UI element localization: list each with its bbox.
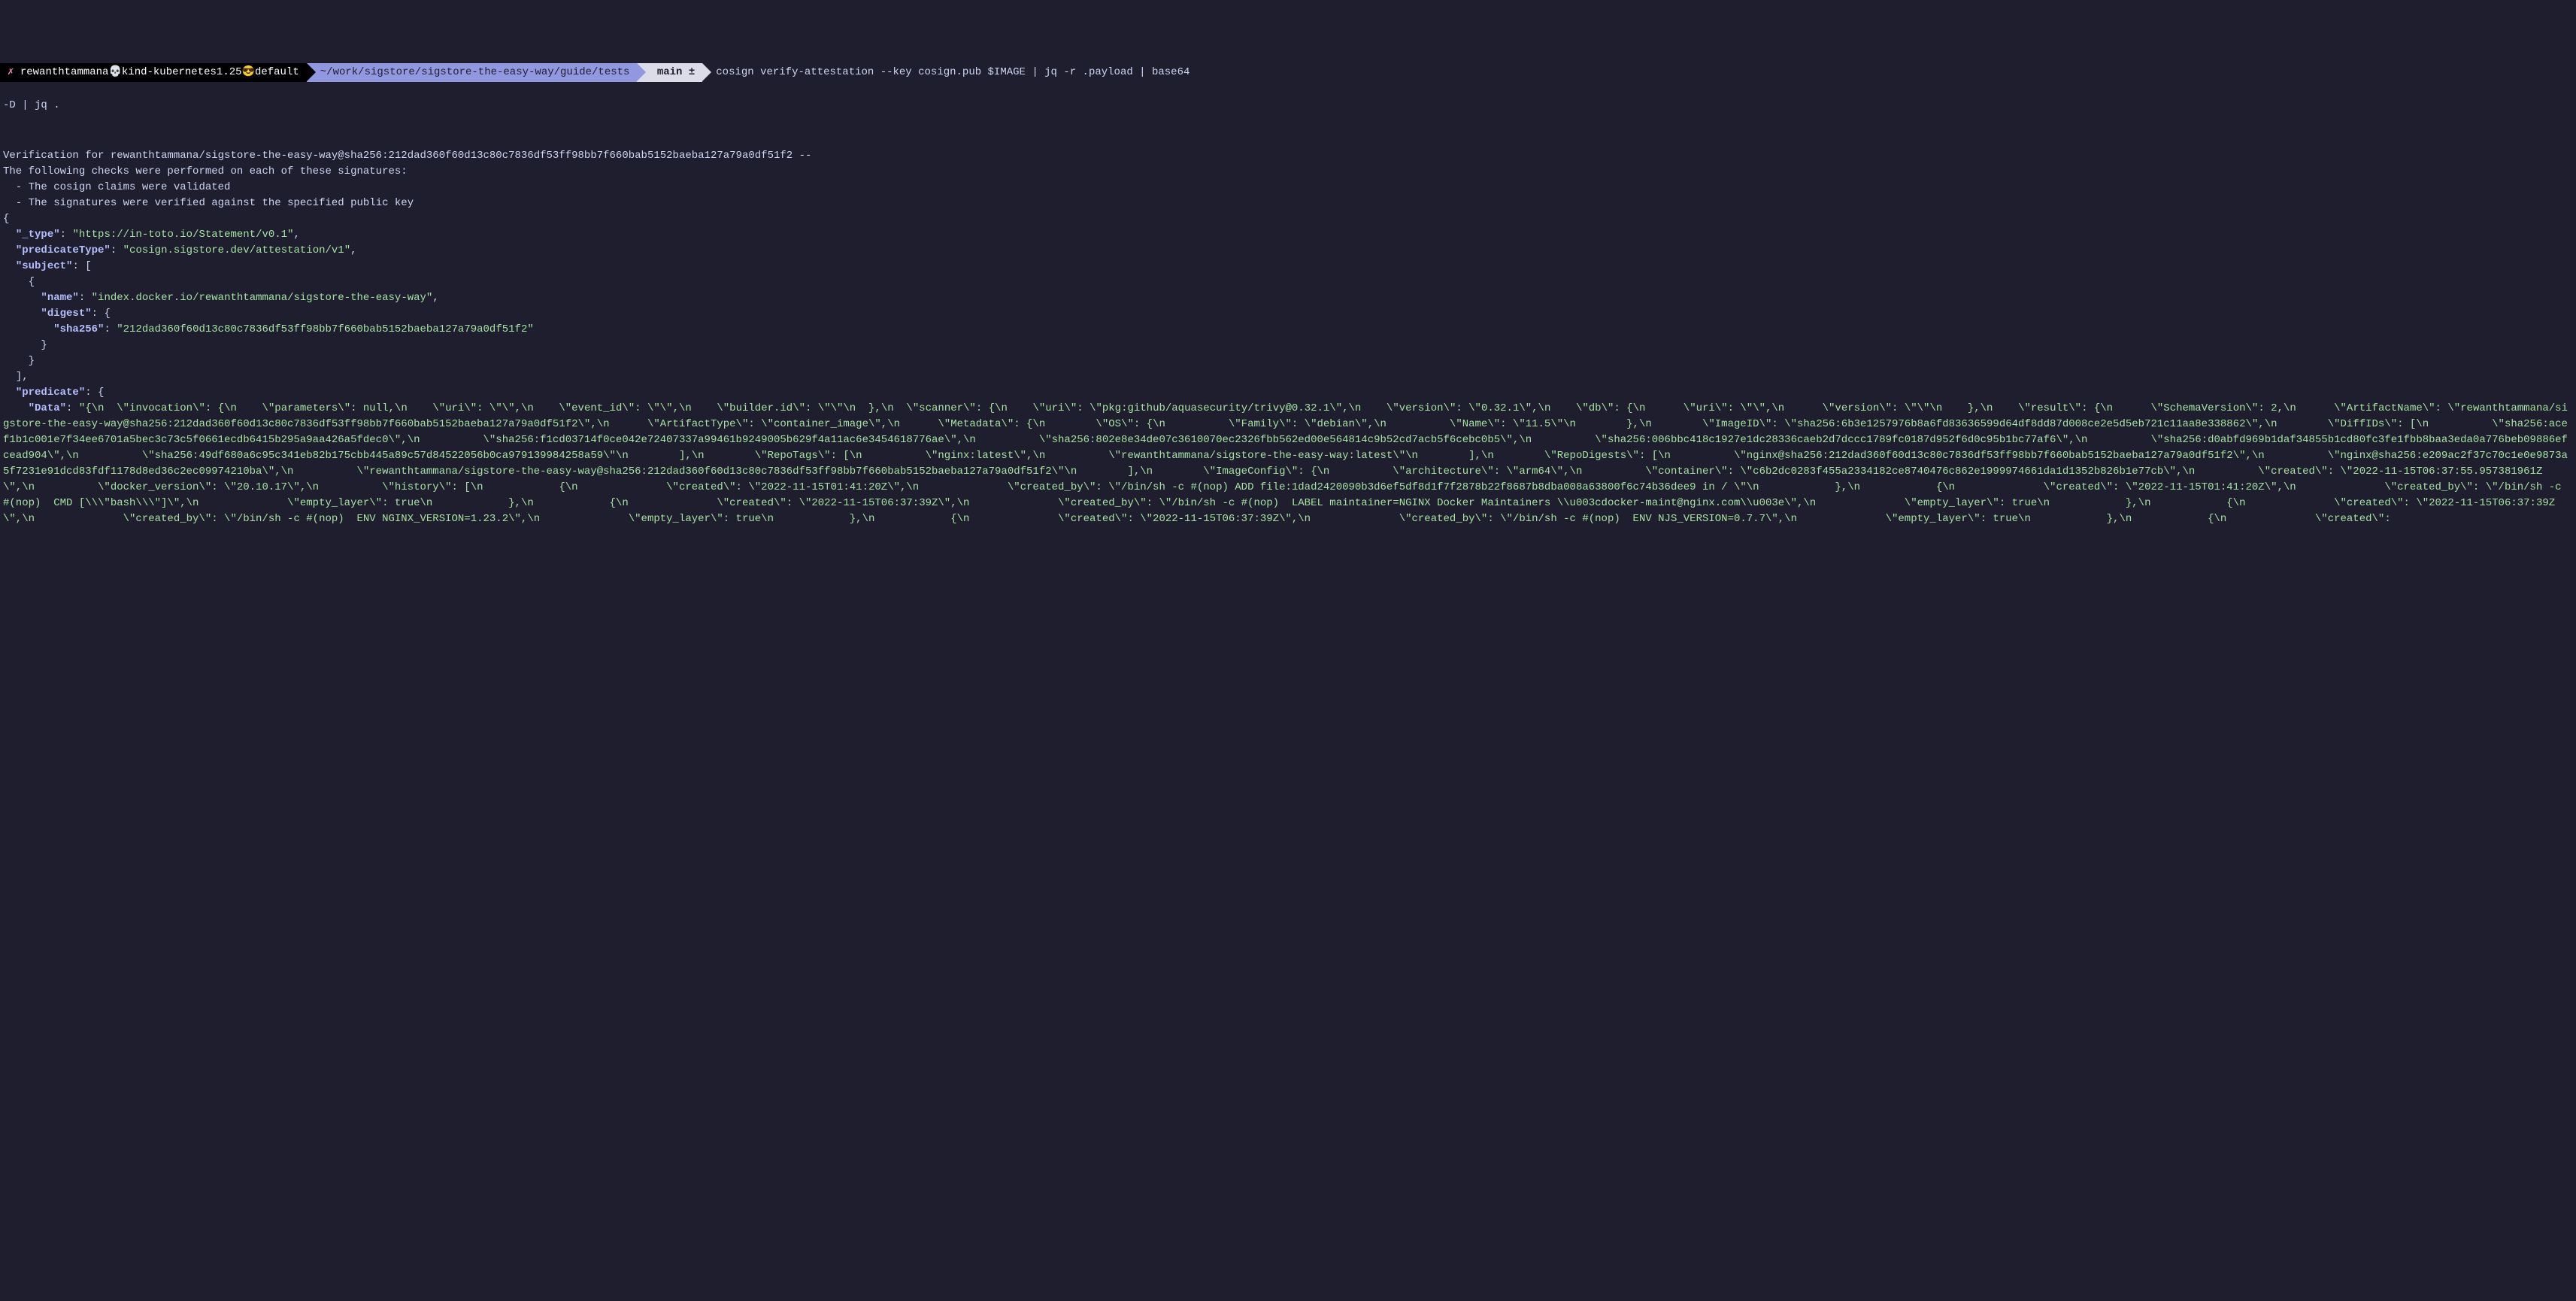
subject-obj-open: { (29, 276, 35, 288)
name-key: "name" (41, 292, 78, 304)
type-key: "_type" (16, 229, 60, 241)
command-input[interactable]: cosign verify-attestation --key cosign.p… (702, 65, 1190, 80)
verify-line-4: - The signatures were verified against t… (3, 197, 414, 209)
sha256-key: "sha256" (53, 323, 104, 335)
data-value: "{\n \"invocation\": {\n \"parameters\":… (3, 402, 2568, 525)
verify-line-2: The following checks were performed on e… (3, 165, 408, 177)
json-open: { (3, 213, 9, 225)
cwd-path: ~/work/sigstore/sigstore-the-easy-way/gu… (320, 65, 630, 80)
git-branch: main ± (650, 65, 695, 80)
close-icon: ✗ (8, 65, 14, 80)
data-key: "Data" (29, 402, 66, 414)
sha256-value: "212dad360f60d13c80c7836df53ff98bb7f660b… (117, 323, 534, 335)
path-segment: ~/work/sigstore/sigstore-the-easy-way/gu… (307, 63, 638, 82)
git-segment: main ± (637, 63, 702, 82)
prompt-line: ✗ rewanthtammana💀kind-kubernetes1.25😎def… (0, 63, 2576, 82)
user-context: rewanthtammana💀kind-kubernetes1.25😎defau… (14, 65, 299, 80)
type-value: "https://in-toto.io/Statement/v0.1" (72, 229, 293, 241)
command-continuation: -D | jq . (0, 98, 2576, 114)
predicatetype-key: "predicateType" (16, 244, 111, 256)
context-segment: ✗ rewanthtammana💀kind-kubernetes1.25😎def… (0, 63, 307, 82)
name-value: "index.docker.io/rewanthtammana/sigstore… (92, 292, 433, 304)
subject-key: "subject" (16, 260, 73, 272)
predicatetype-value: "cosign.sigstore.dev/attestation/v1" (123, 244, 350, 256)
verify-line-1: Verification for rewanthtammana/sigstore… (3, 150, 811, 162)
predicate-key: "predicate" (16, 387, 85, 399)
terminal-output: Verification for rewanthtammana/sigstore… (0, 129, 2576, 530)
digest-key: "digest" (41, 308, 91, 320)
verify-line-3: - The cosign claims were validated (3, 181, 230, 193)
